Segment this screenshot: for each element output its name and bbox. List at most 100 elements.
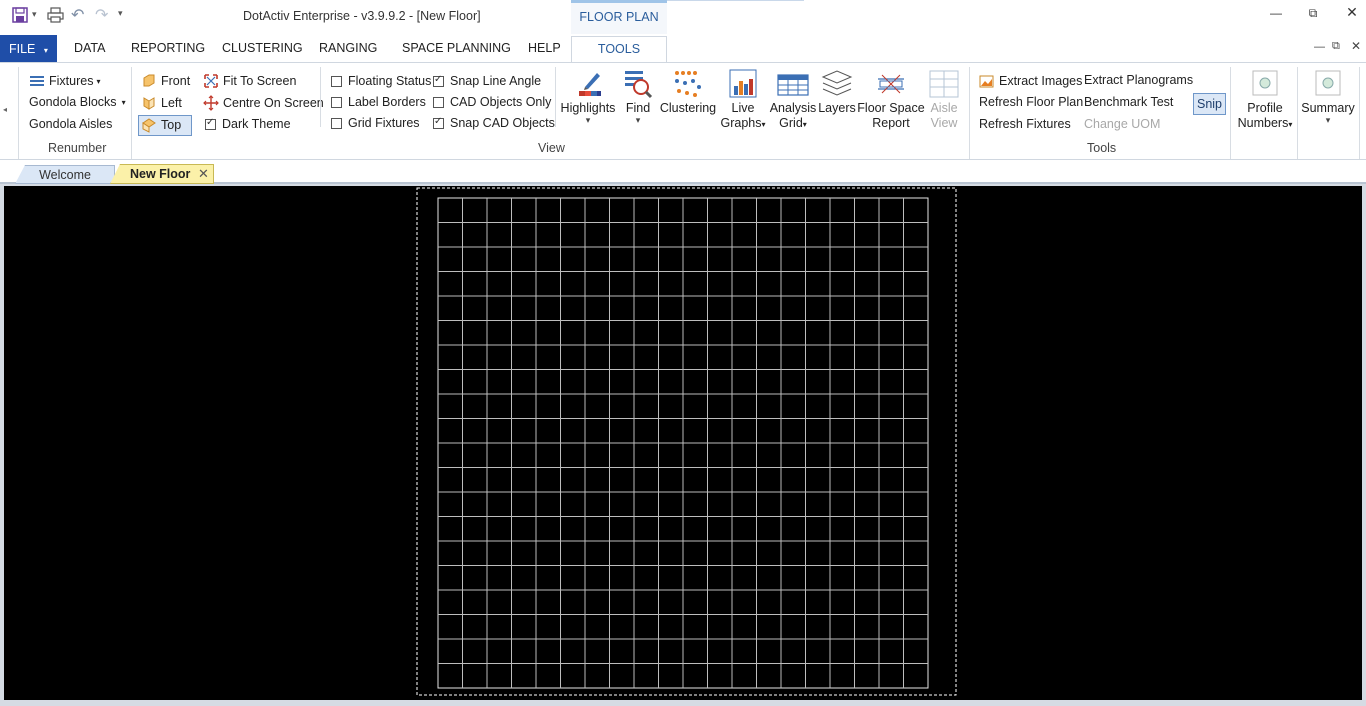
fixtures-icon: [30, 76, 44, 86]
front-view-button[interactable]: Front: [141, 73, 190, 89]
chevron-down-icon: ▾: [585, 115, 591, 125]
snip-button[interactable]: Snip: [1193, 93, 1226, 115]
summary-button[interactable]: Summary ▾: [1300, 69, 1356, 125]
live-graphs-icon: [729, 69, 757, 98]
floor-grid: [437, 197, 929, 689]
benchmark-test-button[interactable]: Benchmark Test: [1084, 95, 1173, 109]
refresh-fixtures-button[interactable]: Refresh Fixtures: [979, 117, 1071, 131]
context-tab-line: [667, 0, 804, 1]
ribbon-scroll-left-icon[interactable]: ◂: [3, 105, 7, 114]
checkbox-icon: [331, 75, 342, 87]
renumber-gondola-aisles-button[interactable]: Gondola Aisles: [29, 117, 112, 131]
front-label: Front: [161, 74, 191, 88]
mdi-restore-icon[interactable]: ⧉: [1332, 40, 1340, 53]
extract-planograms-button[interactable]: Extract Planograms: [1084, 73, 1193, 87]
view-label: View: [930, 116, 958, 130]
summary-label: Summary: [1301, 101, 1355, 115]
report-label: Report: [872, 116, 910, 130]
undo-icon[interactable]: ↶: [71, 5, 84, 25]
tab-ranging[interactable]: RANGING: [319, 41, 377, 55]
highlights-button[interactable]: Highlights ▾: [559, 69, 617, 125]
find-button[interactable]: Find ▾: [619, 69, 657, 125]
floor-space-report-button[interactable]: Floor Space Report: [857, 69, 925, 131]
benchmark-test-label: Benchmark Test: [1084, 95, 1174, 109]
profile-numbers-button[interactable]: Profile Numbers▾: [1233, 69, 1297, 132]
tab-data[interactable]: DATA: [74, 41, 105, 55]
layers-label: Layers: [818, 101, 856, 115]
change-uom-button[interactable]: Change UOM: [1084, 117, 1160, 131]
renumber-gondola-blocks-button[interactable]: Gondola Blocks ▾: [29, 95, 126, 109]
tab-reporting[interactable]: REPORTING: [131, 41, 205, 55]
live-graphs-button[interactable]: Live Graphs▾: [719, 69, 767, 132]
save-dropdown-icon[interactable]: ▾: [32, 9, 37, 20]
left-label: Left: [161, 96, 182, 110]
mdi-minimize-icon[interactable]: —: [1314, 41, 1325, 53]
aisle-view-icon: [929, 70, 959, 98]
renumber-fixtures-button[interactable]: Fixtures ▾: [29, 73, 100, 89]
label-borders-checkbox[interactable]: Label Borders: [331, 95, 426, 109]
checkbox-icon: [331, 117, 342, 129]
gondola-aisles-label: Gondola Aisles: [29, 117, 113, 131]
left-view-button[interactable]: Left: [141, 95, 182, 111]
clustering-icon: [675, 71, 701, 97]
front-view-icon: [143, 74, 155, 87]
graphs-label: Graphs: [720, 116, 762, 130]
print-icon[interactable]: [47, 7, 64, 23]
snap-line-angle-checkbox[interactable]: Snap Line Angle: [433, 74, 541, 88]
tab-clustering[interactable]: CLUSTERING: [222, 41, 303, 55]
customize-toolbar-icon[interactable]: ▾: [118, 8, 123, 19]
checkbox-icon: [433, 96, 444, 108]
fit-to-screen-label: Fit To Screen: [223, 74, 297, 88]
tab-help[interactable]: HELP: [528, 41, 561, 55]
centre-on-screen-button[interactable]: Centre On Screen: [203, 95, 324, 111]
extract-images-label: Extract Images: [999, 74, 1083, 88]
mdi-close-icon[interactable]: ✕: [1351, 39, 1361, 53]
top-view-button[interactable]: Top: [141, 117, 181, 133]
checkbox-icon: [331, 96, 342, 108]
chevron-down-icon: ▾: [1325, 115, 1331, 125]
extract-images-button[interactable]: Extract Images: [979, 73, 1082, 89]
analysis-grid-icon: [777, 74, 809, 96]
tab-tools[interactable]: TOOLS: [571, 36, 667, 63]
centre-on-screen-icon: [203, 95, 219, 111]
view-group-label: View: [538, 141, 565, 155]
numbers-label: Numbers: [1237, 116, 1289, 130]
refresh-fixtures-label: Refresh Fixtures: [979, 117, 1071, 131]
floor-boundary: [416, 187, 957, 696]
floating-status-checkbox[interactable]: Floating Status: [331, 74, 431, 88]
minimize-icon[interactable]: —: [1261, 6, 1291, 26]
label-borders-label: Label Borders: [348, 95, 426, 109]
tab-welcome[interactable]: Welcome: [15, 165, 115, 184]
clustering-label: Clustering: [659, 101, 717, 115]
menu-bar: DATA REPORTING CLUSTERING RANGING SPACE …: [0, 34, 1366, 62]
summary-icon: [1315, 70, 1341, 96]
dark-theme-checkbox[interactable]: Dark Theme: [205, 117, 291, 131]
live-label: Live: [731, 101, 755, 115]
aisle-view-button[interactable]: Aisle View: [925, 69, 963, 131]
left-view-icon: [143, 97, 155, 110]
layers-button[interactable]: Layers: [817, 69, 857, 116]
file-menu-button[interactable]: FILE ▾: [0, 35, 57, 62]
snap-cad-objects-checkbox[interactable]: Snap CAD Objects: [433, 116, 555, 130]
clustering-button[interactable]: Clustering: [659, 69, 717, 116]
gondola-blocks-label: Gondola Blocks: [29, 95, 117, 109]
floor-plan-svg: [416, 187, 957, 696]
close-icon[interactable]: ✕: [1337, 4, 1366, 24]
fit-to-screen-button[interactable]: Fit To Screen: [203, 73, 296, 89]
floating-status-label: Floating Status: [348, 74, 432, 88]
grid-fixtures-checkbox[interactable]: Grid Fixtures: [331, 116, 420, 130]
redo-icon[interactable]: ↷: [95, 5, 108, 25]
floor-space-report-icon: [878, 74, 904, 94]
grid-fixtures-label: Grid Fixtures: [348, 116, 420, 130]
tab-space-planning[interactable]: SPACE PLANNING: [402, 41, 511, 55]
cad-objects-only-checkbox[interactable]: CAD Objects Only: [433, 95, 551, 109]
refresh-floor-plan-button[interactable]: Refresh Floor Plan: [979, 95, 1083, 109]
floor-plan-canvas[interactable]: [4, 186, 1362, 700]
restore-icon[interactable]: ⧉: [1298, 6, 1328, 26]
save-icon[interactable]: [12, 7, 28, 23]
fixtures-label: Fixtures: [49, 74, 94, 88]
close-tab-icon[interactable]: ✕: [198, 166, 209, 182]
analysis-grid-button[interactable]: Analysis Grid▾: [769, 69, 817, 132]
renumber-group-label: Renumber: [48, 141, 107, 155]
dark-theme-check-icon: [205, 117, 216, 130]
